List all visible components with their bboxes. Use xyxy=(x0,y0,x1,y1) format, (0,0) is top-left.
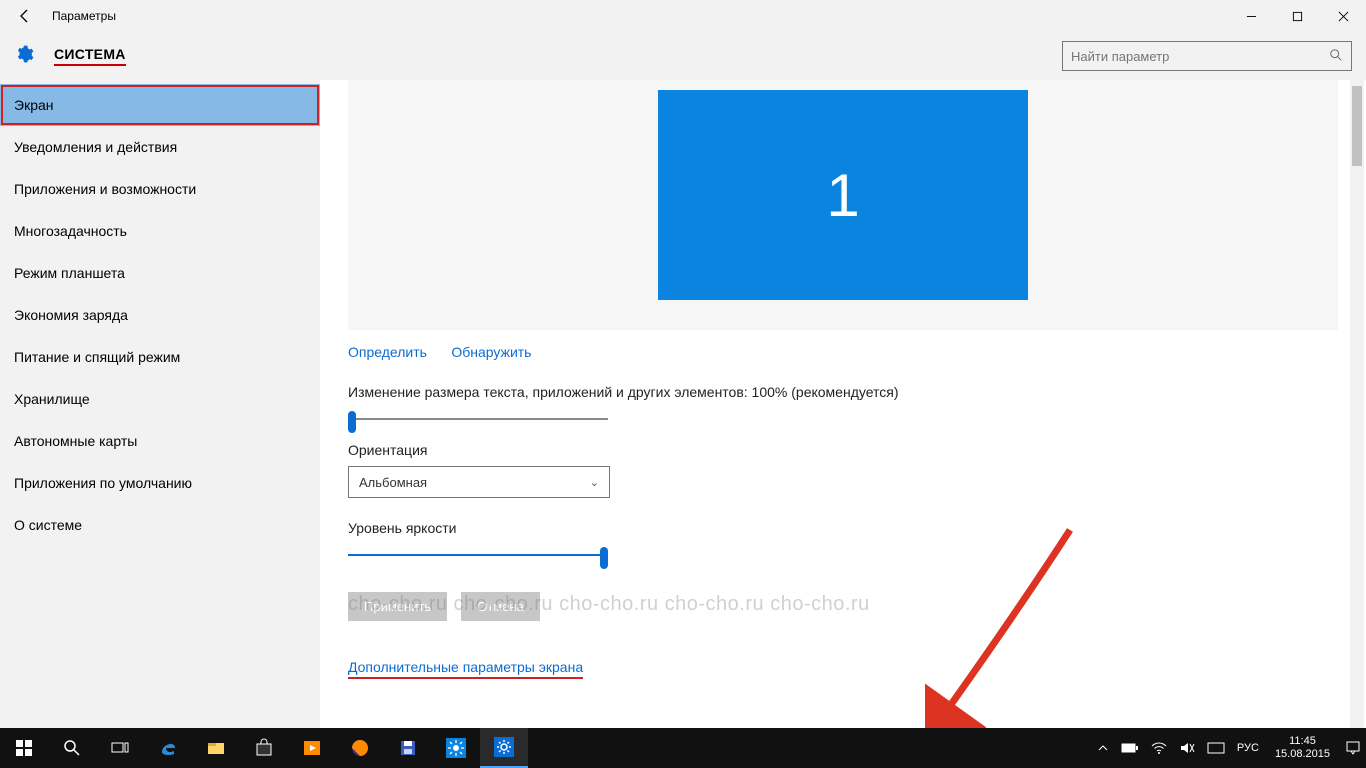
system-tray: РУС 11:45 15.08.2015 xyxy=(1091,728,1366,768)
tray-date: 15.08.2015 xyxy=(1275,748,1330,761)
scale-slider[interactable] xyxy=(348,418,608,420)
apply-button: Применить xyxy=(348,592,447,621)
sidebar-item-10[interactable]: О системе xyxy=(0,504,320,546)
sidebar-item-0[interactable]: Экран xyxy=(0,84,320,126)
annotation-arrow xyxy=(925,525,1085,728)
title-bar: Параметры xyxy=(0,0,1366,32)
tray-language[interactable]: РУС xyxy=(1231,728,1265,768)
cancel-button: Отмена xyxy=(461,592,540,621)
start-button[interactable] xyxy=(0,728,48,768)
tray-notifications-icon[interactable] xyxy=(1340,728,1366,768)
taskbar-app-store[interactable] xyxy=(240,728,288,768)
sidebar-item-7[interactable]: Хранилище xyxy=(0,378,320,420)
taskbar-app-firefox[interactable] xyxy=(336,728,384,768)
orientation-value: Альбомная xyxy=(359,475,427,490)
brightness-label: Уровень яркости xyxy=(348,520,1338,536)
tray-time: 11:45 xyxy=(1275,735,1330,748)
orientation-label: Ориентация xyxy=(348,442,1338,458)
taskbar-app-settings[interactable] xyxy=(480,728,528,768)
search-input[interactable] xyxy=(1062,41,1352,71)
sidebar-item-3[interactable]: Многозадачность xyxy=(0,210,320,252)
search-task-button[interactable] xyxy=(48,728,96,768)
gear-icon xyxy=(14,44,34,69)
orientation-select[interactable]: Альбомная ⌄ xyxy=(348,466,610,498)
monitor-tile-1[interactable]: 1 xyxy=(658,90,1028,300)
advanced-display-link[interactable]: Дополнительные параметры экрана xyxy=(348,659,583,679)
sidebar: ЭкранУведомления и действияПриложения и … xyxy=(0,80,320,728)
tray-keyboard-icon[interactable] xyxy=(1201,728,1231,768)
sidebar-item-5[interactable]: Экономия заряда xyxy=(0,294,320,336)
content-pane: 1 Определить Обнаружить Изменение размер… xyxy=(320,80,1366,728)
scale-label: Изменение размера текста, приложений и д… xyxy=(348,384,1338,400)
minimize-button[interactable] xyxy=(1228,0,1274,32)
tray-battery-icon[interactable] xyxy=(1115,728,1145,768)
identify-link[interactable]: Определить xyxy=(348,344,427,360)
sidebar-item-6[interactable]: Питание и спящий режим xyxy=(0,336,320,378)
taskbar-app-media[interactable] xyxy=(288,728,336,768)
taskbar-app-edge[interactable] xyxy=(144,728,192,768)
detect-link[interactable]: Обнаружить xyxy=(451,344,531,360)
taskbar: РУС 11:45 15.08.2015 xyxy=(0,728,1366,768)
category-title[interactable]: СИСТЕМА xyxy=(54,46,126,66)
brightness-slider[interactable] xyxy=(348,554,608,556)
sidebar-item-4[interactable]: Режим планшета xyxy=(0,252,320,294)
window-title: Параметры xyxy=(52,9,116,23)
taskbar-app-explorer[interactable] xyxy=(192,728,240,768)
scale-slider-thumb[interactable] xyxy=(348,411,356,433)
tray-chevron-icon[interactable] xyxy=(1091,728,1115,768)
scrollbar-thumb[interactable] xyxy=(1352,86,1362,166)
brightness-slider-thumb[interactable] xyxy=(600,547,608,569)
taskbar-app-brightness[interactable] xyxy=(432,728,480,768)
tray-wifi-icon[interactable] xyxy=(1145,728,1173,768)
sidebar-item-9[interactable]: Приложения по умолчанию xyxy=(0,462,320,504)
back-button[interactable] xyxy=(10,0,40,32)
tray-volume-icon[interactable] xyxy=(1173,728,1201,768)
close-button[interactable] xyxy=(1320,0,1366,32)
search-icon xyxy=(1329,48,1343,65)
tray-clock[interactable]: 11:45 15.08.2015 xyxy=(1265,735,1340,761)
taskview-button[interactable] xyxy=(96,728,144,768)
scrollbar[interactable] xyxy=(1350,80,1364,728)
maximize-button[interactable] xyxy=(1274,0,1320,32)
sidebar-item-2[interactable]: Приложения и возможности xyxy=(0,168,320,210)
display-preview: 1 xyxy=(348,80,1338,330)
sidebar-item-8[interactable]: Автономные карты xyxy=(0,420,320,462)
search-field[interactable] xyxy=(1071,49,1329,64)
header: СИСТЕМА xyxy=(0,32,1366,80)
sidebar-item-1[interactable]: Уведомления и действия xyxy=(0,126,320,168)
taskbar-app-save[interactable] xyxy=(384,728,432,768)
chevron-down-icon: ⌄ xyxy=(590,476,599,489)
